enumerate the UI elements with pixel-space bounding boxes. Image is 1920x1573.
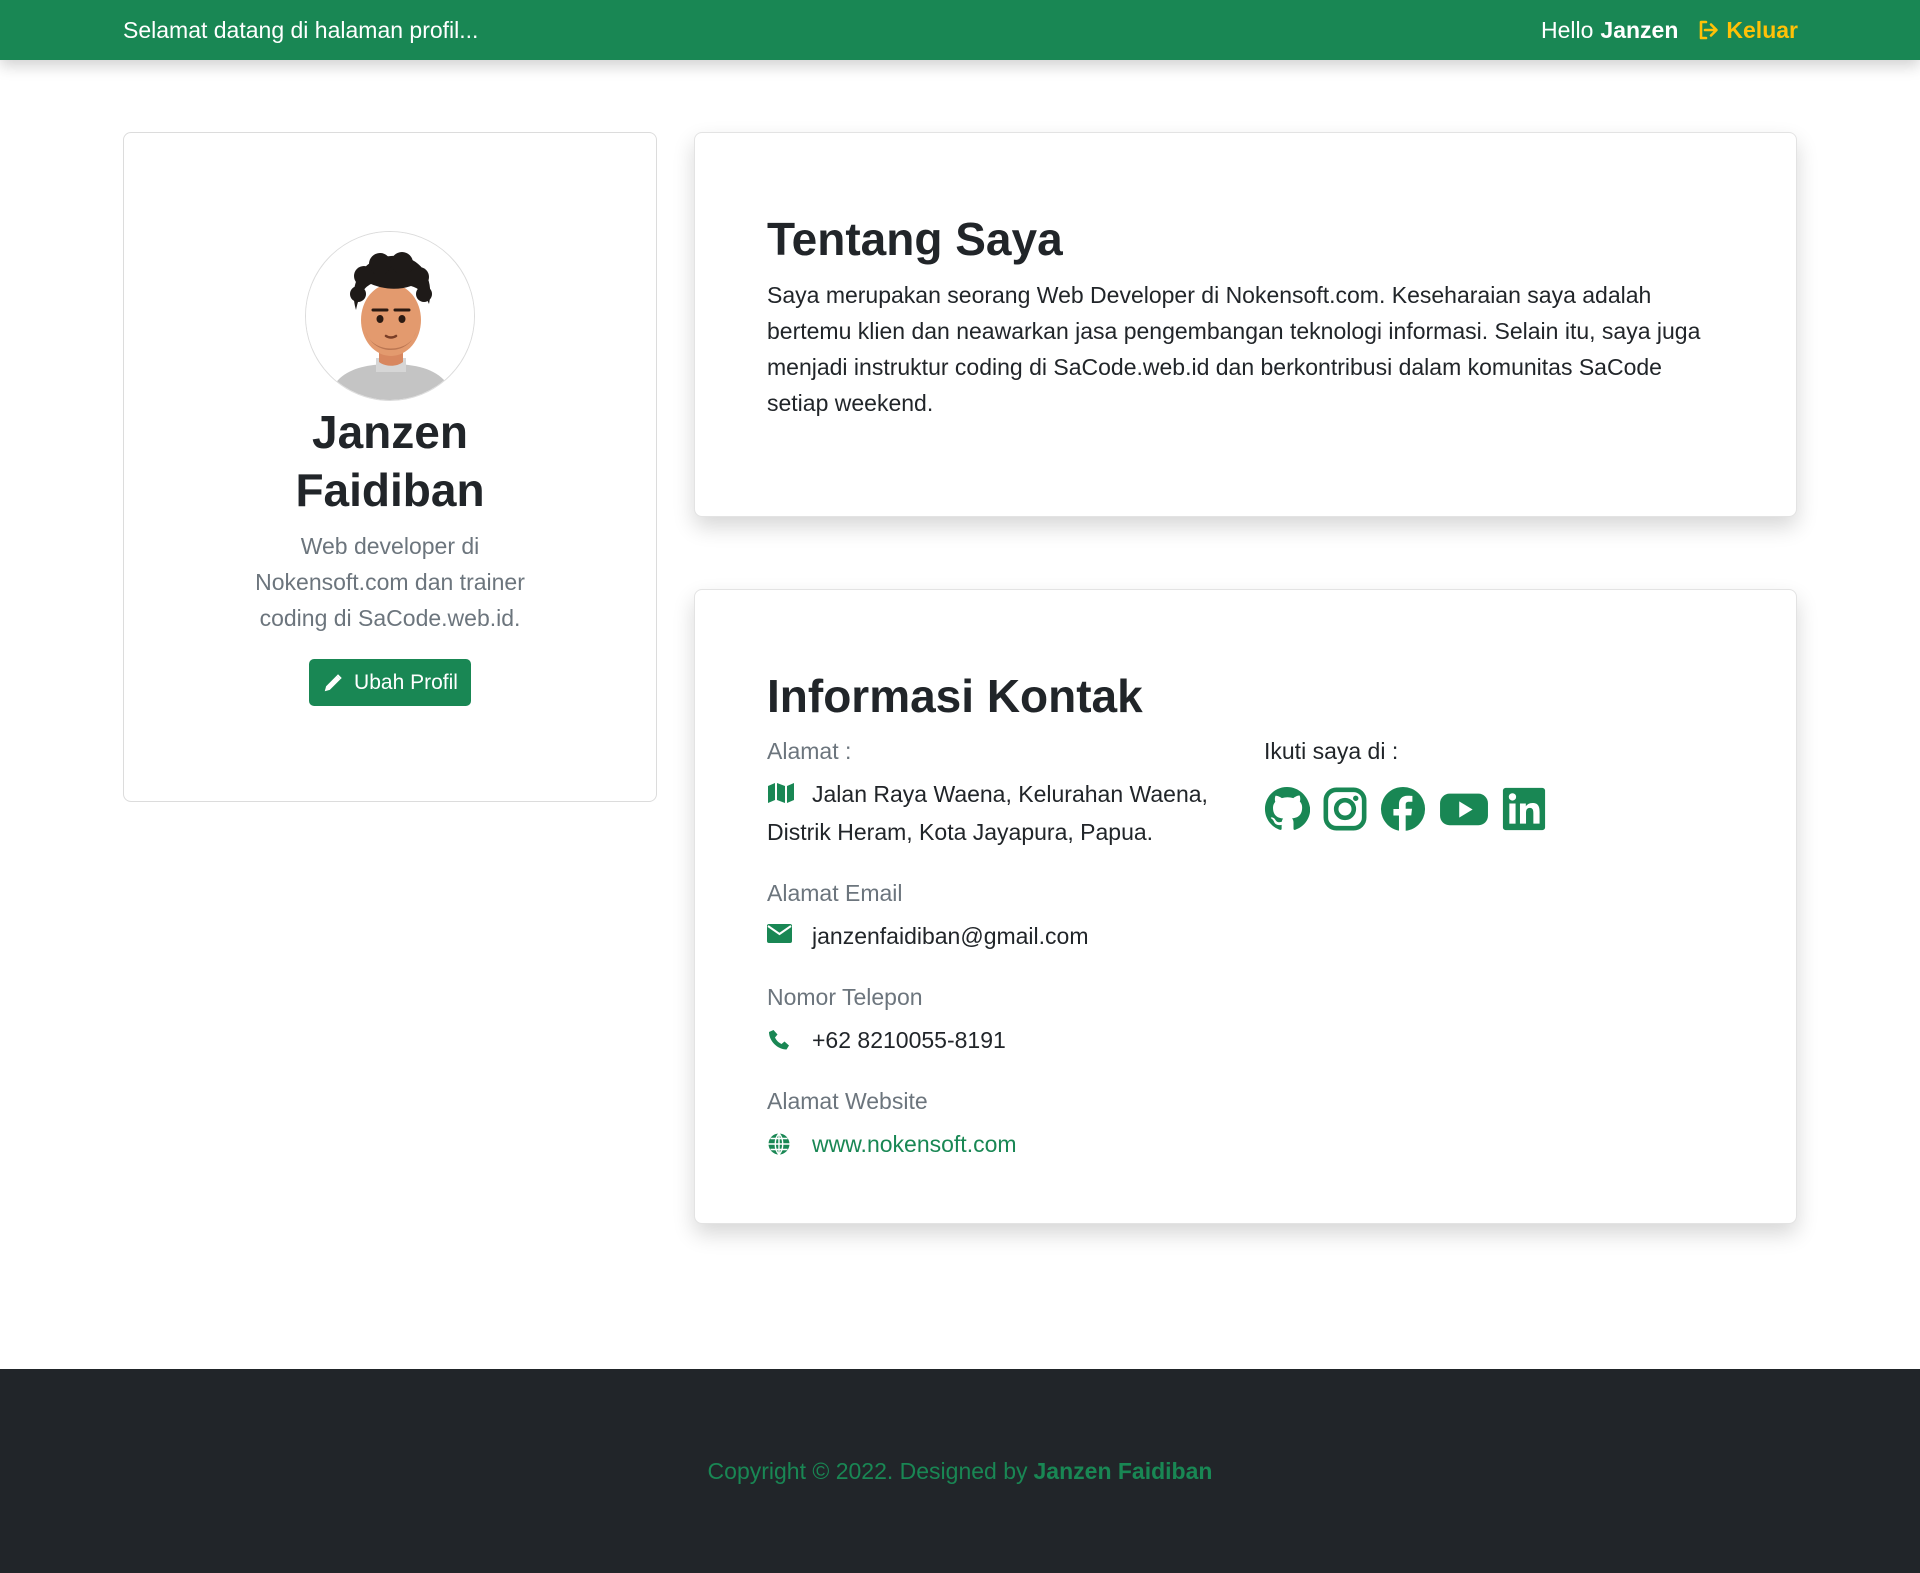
profile-description: Web developer di Nokensoft.com dan train… bbox=[255, 533, 525, 631]
address-label: Alamat : bbox=[767, 738, 852, 764]
edit-profile-button[interactable]: Ubah Profil bbox=[309, 659, 471, 706]
about-text: Saya merupakan seorang Web Developer di … bbox=[767, 282, 1701, 416]
username: Janzen bbox=[1600, 16, 1679, 43]
follow-label: Ikuti saya di : bbox=[1264, 738, 1399, 764]
about-title: Tentang Saya bbox=[767, 213, 1063, 265]
email-group: Alamat Email janzenfaidiban@gmail.com bbox=[767, 878, 1237, 954]
contact-details: Alamat : Jalan Raya Waena, Kelurahan Wae… bbox=[767, 736, 1237, 1190]
logout-icon bbox=[1700, 20, 1719, 40]
logout-link[interactable]: Keluar bbox=[1696, 17, 1798, 44]
footer-author: Janzen Faidiban bbox=[1033, 1457, 1213, 1484]
profile-name: Janzen Faidiban bbox=[295, 406, 485, 516]
email-text: janzenfaidiban@gmail.com bbox=[812, 923, 1089, 949]
website-row: www.nokensoft.com bbox=[767, 1126, 1237, 1162]
envelope-icon bbox=[767, 918, 812, 943]
about-card: Tentang Saya Saya merupakan seorang Web … bbox=[694, 132, 1797, 517]
edit-profile-label: Ubah Profil bbox=[354, 670, 458, 694]
navbar-user-area: Hello Janzen Keluar bbox=[1541, 17, 1798, 44]
phone-icon bbox=[767, 1022, 812, 1052]
avatar bbox=[305, 231, 475, 401]
phone-row: +62 8210055-8191 bbox=[767, 1022, 1237, 1058]
logout-label: Keluar bbox=[1726, 16, 1798, 43]
email-label: Alamat Email bbox=[767, 880, 903, 906]
github-icon[interactable] bbox=[1264, 786, 1310, 832]
facebook-icon[interactable] bbox=[1380, 786, 1426, 832]
linkedin-icon[interactable] bbox=[1502, 787, 1546, 831]
social-links bbox=[1264, 786, 1664, 832]
person-avatar-icon bbox=[306, 232, 474, 400]
footer: Copyright © 2022. Designed by Janzen Fai… bbox=[0, 1369, 1920, 1573]
top-navbar: Selamat datang di halaman profil... Hell… bbox=[0, 0, 1920, 60]
contact-card: Informasi Kontak Alamat : Jalan Raya Wae… bbox=[694, 589, 1797, 1224]
phone-label: Nomor Telepon bbox=[767, 984, 923, 1010]
pencil-icon bbox=[324, 673, 342, 691]
address-text: Jalan Raya Waena, Kelurahan Waena, Distr… bbox=[767, 781, 1208, 845]
address-row: Jalan Raya Waena, Kelurahan Waena, Distr… bbox=[767, 776, 1237, 850]
map-icon bbox=[767, 778, 812, 814]
globe-icon bbox=[767, 1126, 812, 1156]
contact-title: Informasi Kontak bbox=[767, 670, 1143, 722]
phone-group: Nomor Telepon +62 8210055-8191 bbox=[767, 982, 1237, 1058]
youtube-icon[interactable] bbox=[1438, 786, 1490, 832]
copyright-text: Copyright © 2022. Designed by bbox=[707, 1457, 1028, 1484]
website-group: Alamat Website www.nokensoft.com bbox=[767, 1086, 1237, 1162]
email-row: janzenfaidiban@gmail.com bbox=[767, 918, 1237, 954]
greeting-text: Hello bbox=[1541, 16, 1594, 43]
address-group: Alamat : Jalan Raya Waena, Kelurahan Wae… bbox=[767, 736, 1237, 850]
instagram-icon[interactable] bbox=[1322, 786, 1368, 832]
website-label: Alamat Website bbox=[767, 1088, 928, 1114]
welcome-text: Selamat datang di halaman profil... bbox=[123, 16, 479, 43]
phone-text: +62 8210055-8191 bbox=[812, 1027, 1006, 1053]
website-link[interactable]: www.nokensoft.com bbox=[812, 1126, 1017, 1162]
social-section: Ikuti saya di : bbox=[1264, 736, 1664, 832]
profile-card: Janzen Faidiban Web developer di Nokenso… bbox=[123, 132, 657, 802]
